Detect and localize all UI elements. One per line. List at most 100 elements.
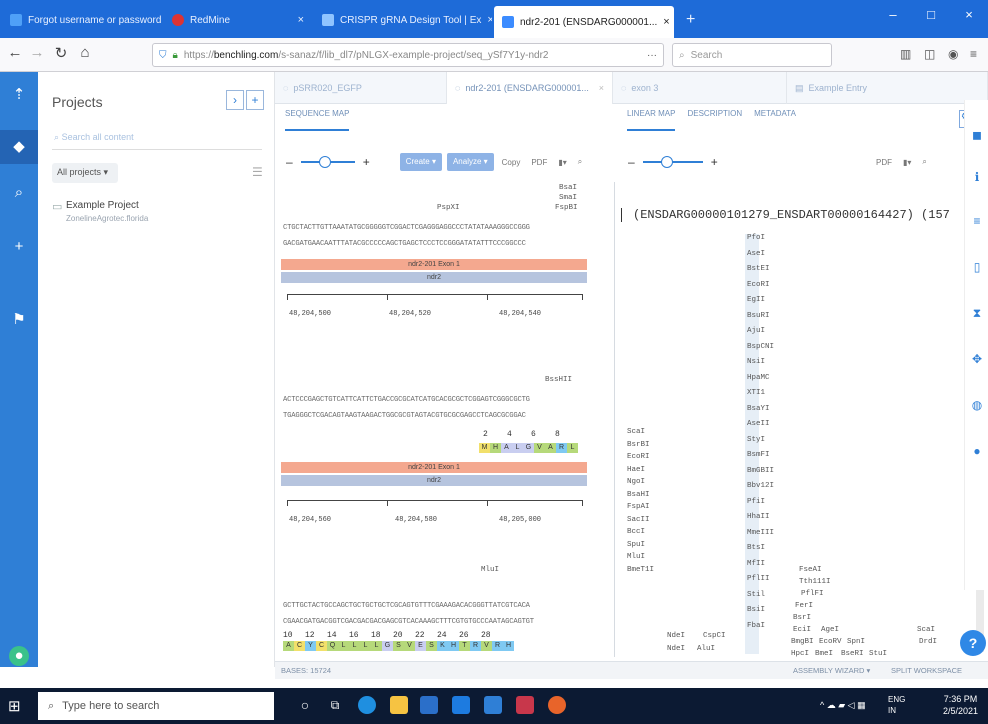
enzyme-label[interactable]: BsuRI [747,312,770,320]
zoom-in-icon[interactable]: + [708,155,721,169]
gene-feature-bar[interactable]: ndr2 [281,475,587,486]
enzyme-label[interactable]: BmGBII [747,467,774,475]
sequence-top-strand[interactable]: CTGCTACTTGTTAAATATGCGGGGGTCGGACTCGAGGGAG… [283,224,530,232]
amino-acid[interactable]: C [294,641,305,651]
enzyme-label[interactable]: EciI [793,626,811,634]
home-icon[interactable]: ⌂ [74,44,96,61]
enzyme-label[interactable]: BssHII [545,376,572,384]
close-icon[interactable]: × [599,83,604,93]
search-icon[interactable]: ⌕ [919,157,929,167]
enzyme-label[interactable]: MmeIII [747,529,774,537]
amino-acid[interactable]: C [316,641,327,651]
amino-acid[interactable]: Q [327,641,338,651]
list-icon[interactable]: ≡ [965,214,988,228]
enzyme-label[interactable]: MfII [747,560,765,568]
new-tab-button[interactable]: + [678,5,704,35]
amino-acid[interactable]: L [512,443,523,453]
amino-acid[interactable]: L [360,641,371,651]
library-icon[interactable]: ▥ [900,47,911,61]
zoom-out-icon[interactable]: – [625,155,638,169]
enzyme-label[interactable]: HpaMC [747,374,770,382]
copy-button[interactable]: Copy [499,158,524,167]
file-explorer-icon[interactable] [390,696,408,714]
store-icon[interactable] [420,696,438,714]
enzyme-label[interactable]: EcoRV [819,638,842,646]
pin-icon[interactable]: ⇡ [0,80,38,110]
sequence-top-strand[interactable]: GCTTGCTACTGCCAGCTGCTGCTGCTCGCAGTGTTTCGAA… [283,602,530,610]
enzyme-label[interactable]: EcoRI [747,281,770,289]
amino-acid[interactable]: R [492,641,503,651]
minimize-button[interactable]: – [874,0,912,34]
enzyme-label[interactable]: AluI [697,645,715,653]
enzyme-label[interactable]: BstEI [747,265,770,273]
zoom-slider[interactable] [642,156,703,168]
history-icon[interactable]: ⧗ [965,306,988,321]
app-icon[interactable] [516,696,534,714]
enzyme-label[interactable]: AjuI [747,327,765,335]
url-bar[interactable]: ⛉ 🔒︎ https://benchling.com/s-sanaz/f/lib… [152,43,664,67]
project-list-item[interactable]: ▭ Example Project ZonelineAgrotec.florid… [52,200,148,223]
dot-icon[interactable]: ● [965,444,988,458]
amino-acid[interactable]: R [470,641,481,651]
enzyme-label[interactable]: FspBI [555,204,578,212]
enzyme-label[interactable]: BsaYI [747,405,770,413]
tab-linear-map[interactable]: LINEAR MAP [627,109,676,131]
amino-acid[interactable]: G [523,443,534,453]
enzyme-label[interactable]: FbaI [747,622,765,630]
enzyme-label[interactable]: Stil [747,591,765,599]
enzyme-label[interactable]: EgII [747,296,765,304]
flag-icon[interactable]: ⚑ [0,310,38,328]
close-icon[interactable]: × [663,16,669,28]
doc-tab[interactable]: ◌ exon 3 [613,72,787,104]
comment-icon[interactable]: ▯ [965,260,988,274]
amino-acid[interactable]: A [545,443,556,453]
enzyme-label[interactable]: SacII [627,516,650,524]
amino-acid[interactable]: V [534,443,545,453]
share-icon[interactable]: ✥ [965,352,988,366]
back-icon[interactable]: ← [4,44,26,61]
enzyme-label[interactable]: ScaI [917,626,935,634]
enzyme-label[interactable]: ScaI [627,428,645,436]
project-search-input[interactable]: ⌕ Search all content [52,132,262,150]
amino-acid[interactable]: E [415,641,426,651]
enzyme-label[interactable]: FspAI [627,503,650,511]
account-icon[interactable]: ◉ [948,47,958,61]
enzyme-label[interactable]: AseI [747,250,765,258]
tab-description[interactable]: DESCRIPTION [687,109,742,131]
enzyme-label[interactable]: SpnI [847,638,865,646]
enzyme-label[interactable]: FerI [795,602,813,610]
assembly-wizard-button[interactable]: ASSEMBLY WIZARD ▾ [793,662,870,680]
enzyme-label[interactable]: BtsI [747,544,765,552]
firefox-icon[interactable] [548,696,566,714]
doc-tab[interactable]: ◌ pSRR020_EGFP [275,72,447,104]
enzyme-label[interactable]: PfiI [747,498,765,506]
enzyme-label[interactable]: BsiI [747,606,765,614]
enzyme-label[interactable]: BsmFI [747,451,770,459]
all-projects-dropdown[interactable]: All projects ▾ [52,163,118,183]
browser-tab[interactable]: RedMine × [164,5,312,35]
enzyme-label[interactable]: BseRI [841,650,864,657]
enzyme-label[interactable]: XTI1 [747,389,765,397]
close-icon[interactable]: × [298,14,304,26]
amino-acid[interactable]: H [490,443,501,453]
enzyme-label[interactable]: NdeI [667,632,685,640]
word-icon[interactable] [484,696,502,714]
plus-icon[interactable]: + [0,238,38,255]
sequence-bottom-strand[interactable]: GACGATGAACAATTTATACGCCCCCAGCTGAGCTCCCTCC… [283,240,526,248]
maximize-button[interactable]: □ [912,0,950,34]
amino-acid[interactable]: V [404,641,415,651]
enzyme-label[interactable]: StuI [869,650,887,657]
create-button[interactable]: Create ▾ [399,153,442,171]
amino-acid[interactable]: S [393,641,404,651]
enzyme-label[interactable]: BsrBI [627,441,650,449]
amino-acid[interactable]: Y [305,641,316,651]
enzyme-label[interactable]: BsaHI [627,491,650,499]
close-window-button[interactable]: × [950,0,988,34]
amino-acid[interactable]: K [437,641,448,651]
taskbar-search-input[interactable]: ⌕ Type here to search [38,692,274,720]
box-icon[interactable]: ◆ [0,130,38,164]
zoom-slider[interactable] [300,156,355,168]
amino-acid[interactable]: H [503,641,514,651]
amino-acid[interactable]: G [382,641,393,651]
cortana-icon[interactable]: ○ [296,696,314,714]
